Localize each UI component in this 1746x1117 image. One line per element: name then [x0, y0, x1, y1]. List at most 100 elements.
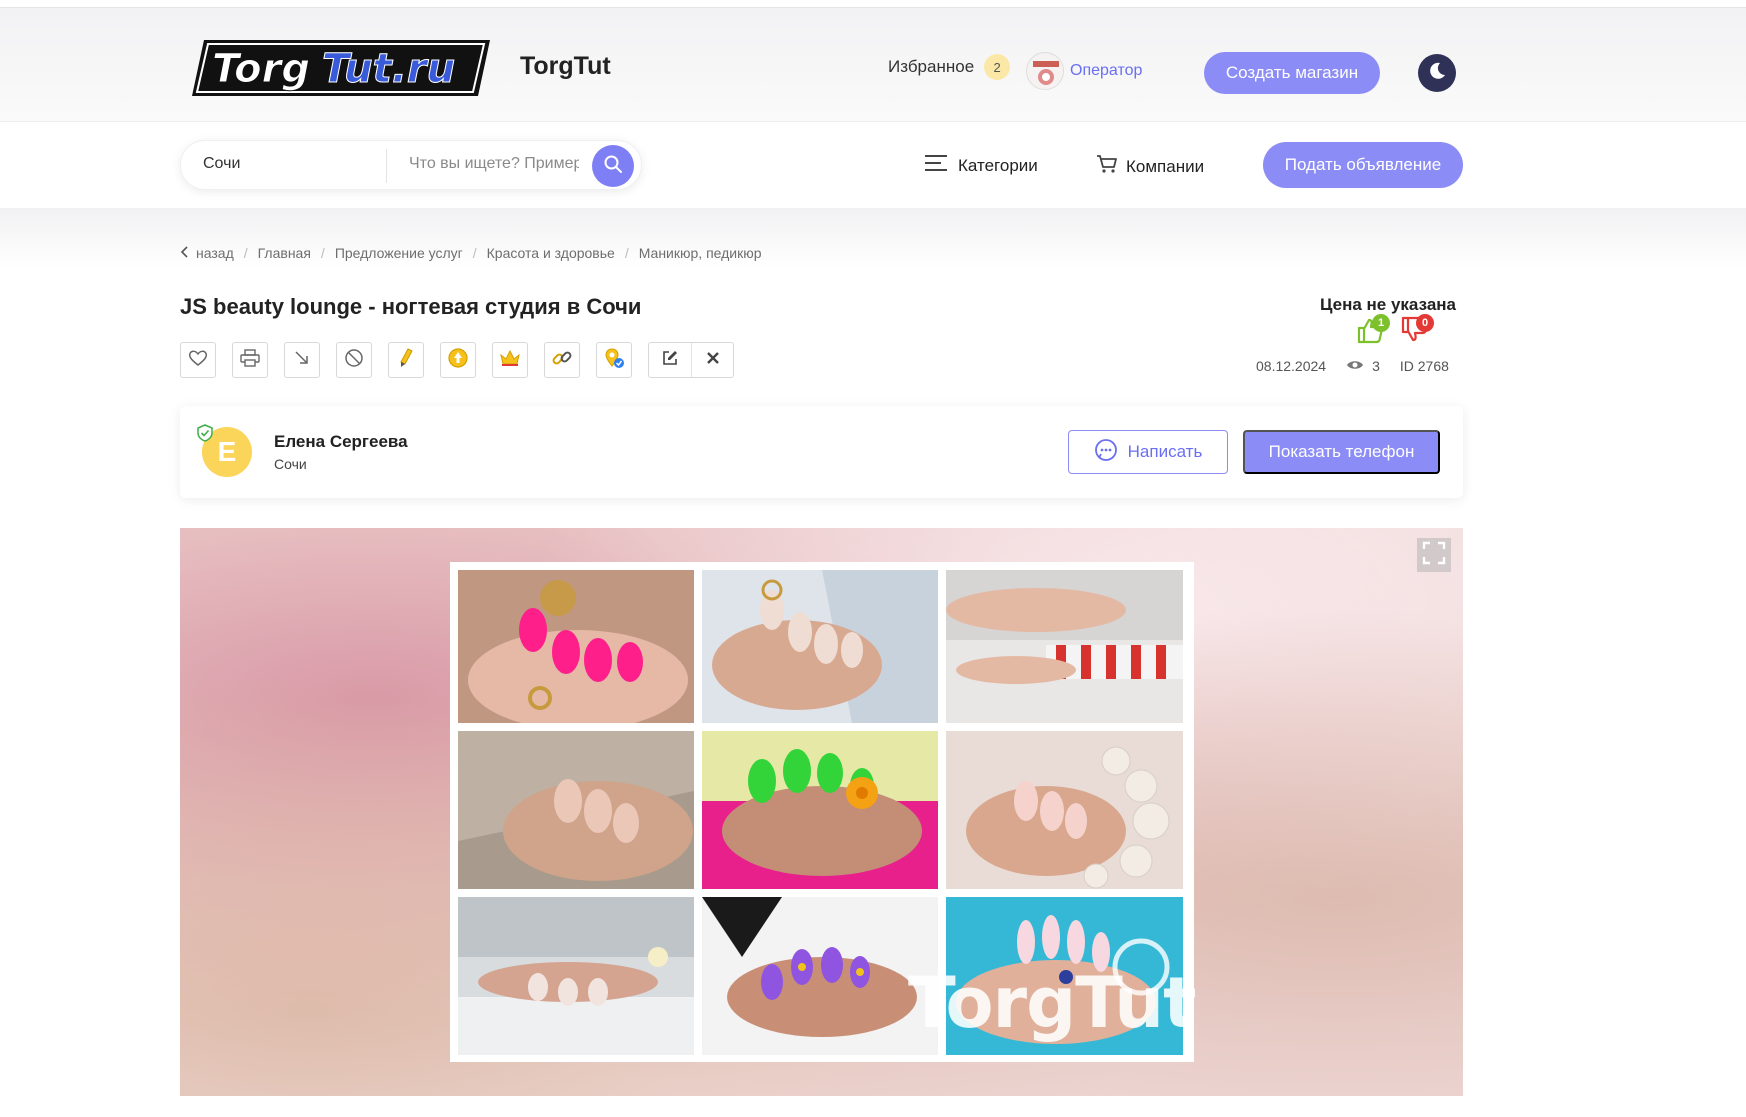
thumbs-down-icon — [1400, 316, 1428, 348]
photo-beige-nails — [458, 731, 694, 889]
city-input[interactable] — [203, 155, 363, 173]
write-message-label: Написать — [1127, 442, 1203, 461]
fullscreen-icon — [1422, 541, 1446, 570]
operator-link[interactable]: Оператор — [1026, 52, 1142, 90]
photo-purple-nails — [702, 897, 938, 1055]
views-count: 3 — [1372, 358, 1380, 374]
favorites-label: Избранное — [888, 57, 975, 76]
down-button[interactable] — [284, 342, 320, 378]
listing-id: ID 2768 — [1399, 358, 1449, 374]
image-gallery[interactable]: TorgTut — [180, 528, 1463, 1096]
vote-group: 1 0 — [1356, 314, 1434, 348]
menu-icon — [924, 154, 948, 177]
photo-glossy-nails — [458, 897, 694, 1055]
site-logo[interactable]: Torg Tut.ru — [190, 32, 498, 104]
search-row: Категории Компании Подать объявление — [0, 122, 1746, 208]
theme-toggle[interactable] — [1418, 54, 1456, 92]
svg-text:Tut.ru: Tut.ru — [322, 46, 455, 92]
crown-icon — [499, 349, 521, 372]
seller-city: Сочи — [274, 456, 307, 472]
breadcrumb-manicure[interactable]: Маникюр, педикюр — [639, 245, 762, 261]
show-phone-button[interactable]: Показать телефон — [1243, 430, 1440, 474]
breadcrumb-beauty[interactable]: Красота и здоровье — [487, 245, 615, 261]
site-name: TorgTut — [520, 52, 611, 80]
print-icon — [240, 348, 260, 372]
listing-title: JS beauty lounge - ногтевая студия в Соч… — [180, 294, 642, 319]
close-icon — [706, 351, 720, 370]
post-ad-button[interactable]: Подать объявление — [1263, 142, 1463, 188]
listing-date: 08.12.2024 — [1256, 358, 1327, 374]
nav-categories[interactable]: Категории — [924, 154, 1038, 177]
link-button[interactable] — [544, 342, 580, 378]
breadcrumb-separator: / — [624, 245, 629, 261]
gallery-watermark: TorgTut — [908, 962, 1197, 1044]
thumbs-up-icon — [1356, 318, 1384, 348]
breadcrumb: назад / Главная / Предложение услуг / Кр… — [180, 245, 762, 261]
link-icon — [551, 347, 573, 374]
location-button[interactable] — [596, 342, 632, 378]
block-icon — [344, 348, 364, 373]
up-coin-icon — [447, 347, 469, 374]
seller-name[interactable]: Елена Сергеева — [274, 432, 408, 452]
pencil-icon — [396, 347, 416, 374]
moon-icon — [1427, 61, 1447, 86]
like-button[interactable]: 1 — [1356, 314, 1390, 348]
photo-nude-nails — [702, 570, 938, 723]
fullscreen-button[interactable] — [1417, 538, 1451, 572]
breadcrumb-home[interactable]: Главная — [258, 245, 311, 261]
arrow-down-right-icon — [293, 349, 311, 372]
breadcrumb-separator: / — [243, 245, 248, 261]
edit-button[interactable] — [649, 343, 691, 377]
location-check-icon — [603, 347, 625, 374]
seller-card: Е Елена Сергеева Сочи Написать Показать … — [180, 406, 1463, 498]
views-counter: 3 — [1346, 358, 1380, 374]
photo-candy-nails — [946, 570, 1183, 723]
svg-text:Torg: Torg — [212, 46, 310, 92]
search-divider — [386, 149, 387, 183]
likes-count: 1 — [1372, 314, 1390, 332]
create-shop-button[interactable]: Создать магазин — [1204, 52, 1380, 94]
search-button[interactable] — [592, 145, 634, 187]
listing-meta: 08.12.2024 3 ID 2768 — [1256, 358, 1449, 374]
edit-delete-group — [648, 342, 734, 378]
block-button[interactable] — [336, 342, 372, 378]
dislike-button[interactable]: 0 — [1400, 314, 1434, 348]
write-message-button[interactable]: Написать — [1068, 430, 1228, 474]
breadcrumb-services[interactable]: Предложение услуг — [335, 245, 463, 261]
cart-icon — [1096, 154, 1118, 179]
photo-pearl-nails — [946, 731, 1183, 889]
operator-label: Оператор — [1070, 62, 1143, 79]
heart-icon — [188, 349, 208, 372]
chevron-left-icon — [180, 245, 188, 261]
top-strip — [0, 0, 1746, 8]
search-box — [180, 140, 642, 190]
edit-icon — [661, 349, 679, 372]
highlight-button[interactable] — [388, 342, 424, 378]
vip-button[interactable] — [492, 342, 528, 378]
nav-categories-label: Категории — [958, 155, 1038, 175]
listing-price: Цена не указана — [1320, 295, 1456, 314]
chat-icon — [1094, 438, 1118, 467]
listing-photo[interactable]: TorgTut — [450, 562, 1197, 1062]
search-input[interactable] — [409, 155, 579, 173]
operator-avatar — [1026, 52, 1064, 90]
eye-icon — [1346, 358, 1364, 374]
breadcrumb-separator: / — [320, 245, 325, 261]
print-button[interactable] — [232, 342, 268, 378]
breadcrumb-separator: / — [472, 245, 477, 261]
favorites-count-badge: 2 — [984, 54, 1011, 80]
breadcrumb-back[interactable]: назад — [196, 245, 234, 261]
dislikes-count: 0 — [1416, 314, 1434, 332]
search-icon — [603, 154, 623, 179]
photo-green-nails — [702, 731, 938, 889]
verified-shield-icon — [196, 424, 214, 442]
listing-toolbar — [180, 342, 734, 378]
favorites-link[interactable]: Избранное 2 — [888, 54, 1011, 80]
favorite-button[interactable] — [180, 342, 216, 378]
raise-button[interactable] — [440, 342, 476, 378]
site-header: Torg Tut.ru TorgTut Избранное 2 Оператор… — [0, 8, 1746, 122]
nav-companies[interactable]: Компании — [1096, 154, 1204, 179]
delete-button[interactable] — [691, 343, 733, 377]
nav-companies-label: Компании — [1126, 156, 1205, 176]
photo-pink-nails — [458, 570, 694, 723]
